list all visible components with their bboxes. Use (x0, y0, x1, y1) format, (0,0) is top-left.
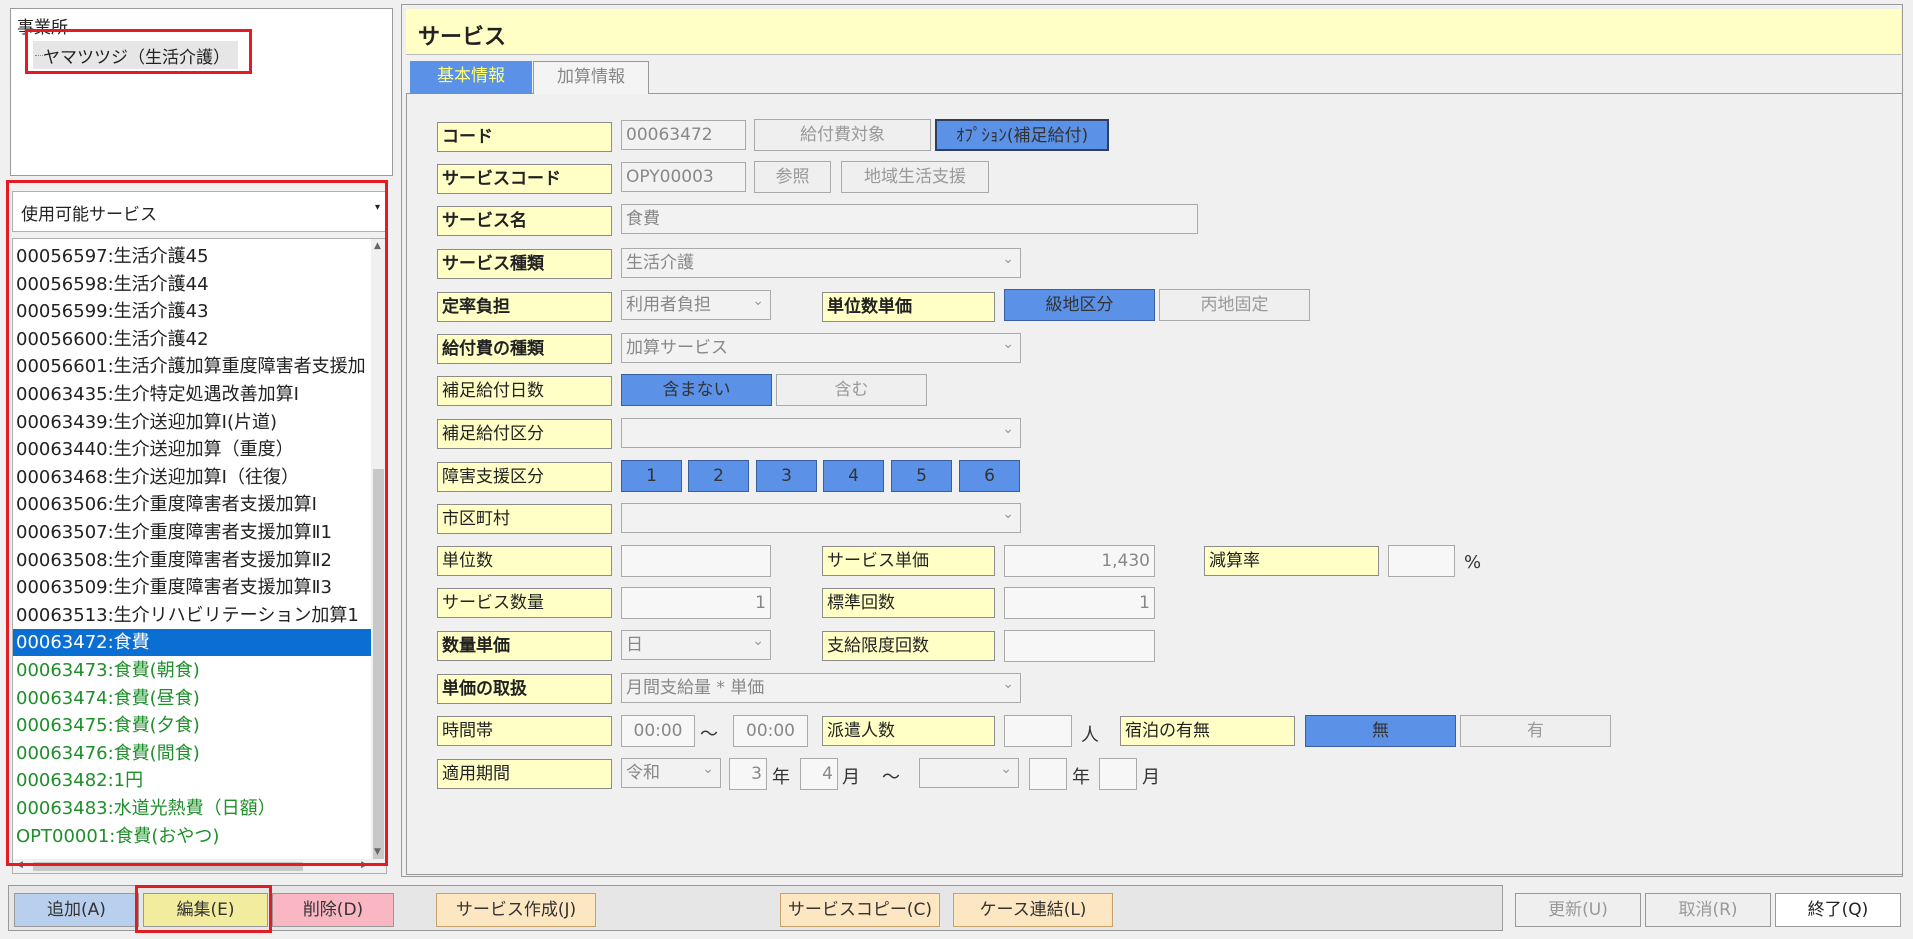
service-name-field[interactable]: 食費 (621, 204, 1198, 234)
time-from-field[interactable]: 00:00 (621, 715, 695, 747)
reduction-rate-field[interactable] (1388, 545, 1455, 577)
qty-unit-price-label: 数量単価 (437, 631, 612, 661)
support-level-1-button[interactable]: 1 (621, 460, 682, 492)
reference-button[interactable]: 参照 (754, 161, 831, 193)
cancel-button[interactable]: 取消(R) (1645, 893, 1771, 927)
delete-button[interactable]: 削除(D) (272, 893, 394, 927)
tab-basic-info[interactable]: 基本情報 (410, 61, 532, 94)
page-title: サービス (418, 25, 507, 50)
end-year-field[interactable] (1029, 758, 1067, 790)
service-unit-price-field[interactable]: 1,430 (1004, 545, 1155, 577)
support-level-5-button[interactable]: 5 (891, 460, 952, 492)
qty-unit-price-select[interactable]: 日 (621, 627, 771, 660)
end-era-select[interactable] (919, 755, 1019, 788)
supp-days-label: 補足給付日数 (437, 376, 612, 406)
end-year-unit: 年 (1072, 767, 1090, 788)
not-include-button[interactable]: 含まない (621, 374, 772, 406)
dispatch-count-label: 派遣人数 (822, 716, 995, 746)
office-highlight-box (25, 29, 252, 74)
service-type-select[interactable]: 生活介護 (621, 245, 1021, 278)
service-type-label: サービス種類 (437, 249, 612, 279)
tab-addition-info[interactable]: 加算情報 (533, 61, 649, 94)
period-tilde: ～ (882, 767, 900, 788)
limit-count-field[interactable] (1004, 630, 1155, 662)
start-year-field[interactable]: 3 (729, 758, 767, 790)
exit-button[interactable]: 終了(Q) (1775, 893, 1901, 927)
case-link-button[interactable]: ケース連結(L) (953, 893, 1113, 927)
support-level-6-button[interactable]: 6 (959, 460, 1020, 492)
code-label: コード (437, 122, 612, 152)
service-code-field[interactable]: OPY00003 (621, 162, 746, 192)
lodging-label: 宿泊の有無 (1120, 716, 1295, 746)
copy-service-button[interactable]: サービスコピー(C) (780, 893, 940, 927)
unit-price-label: 単位数単価 (822, 292, 995, 322)
fixed-burden-select[interactable]: 利用者負担 (621, 287, 771, 320)
service-qty-label: サービス数量 (437, 588, 612, 618)
reduction-rate-label: 減算率 (1204, 546, 1379, 576)
standard-count-field[interactable]: 1 (1004, 587, 1155, 619)
create-service-button[interactable]: サービス作成(J) (436, 893, 596, 927)
community-life-support-button[interactable]: 地域生活支援 (841, 161, 989, 193)
support-level-2-button[interactable]: 2 (688, 460, 749, 492)
time-zone-label: 時間帯 (437, 716, 612, 746)
time-to-field[interactable]: 00:00 (733, 715, 808, 747)
edit-highlight-box (135, 885, 272, 933)
benefit-target-button[interactable]: 給付費対象 (754, 119, 931, 151)
percent-unit: % (1464, 552, 1482, 573)
service-list-highlight-box (6, 180, 388, 866)
option-supplement-button[interactable]: ｵﾌﾟｼｮﾝ(補足給付) (935, 119, 1109, 151)
benefit-kind-select[interactable]: 加算サービス (621, 330, 1021, 363)
year-unit: 年 (772, 767, 790, 788)
person-unit: 人 (1081, 725, 1099, 746)
service-name-label: サービス名 (437, 206, 612, 236)
dispatch-count-field[interactable] (1004, 715, 1072, 747)
end-month-field[interactable] (1099, 758, 1137, 790)
price-handling-label: 単価の取扱 (437, 674, 612, 704)
month-unit: 月 (842, 767, 860, 788)
service-qty-field[interactable]: 1 (621, 587, 771, 619)
grade-area-button[interactable]: 級地区分 (1004, 289, 1155, 321)
applicable-period-label: 適用期間 (437, 759, 612, 789)
limit-count-label: 支給限度回数 (822, 631, 995, 661)
support-level-4-button[interactable]: 4 (823, 460, 884, 492)
add-button[interactable]: 追加(A) (14, 893, 139, 927)
update-button[interactable]: 更新(U) (1515, 893, 1641, 927)
header-bar (406, 9, 1901, 55)
supp-category-select[interactable] (621, 415, 1021, 448)
lodging-yes-button[interactable]: 有 (1460, 715, 1611, 747)
city-select[interactable] (621, 500, 1021, 533)
city-label: 市区町村 (437, 504, 612, 534)
code-field[interactable]: 00063472 (621, 120, 746, 150)
support-level-3-button[interactable]: 3 (756, 460, 817, 492)
include-button[interactable]: 含む (776, 374, 927, 406)
end-month-unit: 月 (1142, 767, 1160, 788)
service-unit-price-label: サービス単価 (822, 546, 995, 576)
lodging-no-button[interactable]: 無 (1305, 715, 1456, 747)
service-code-label: サービスコード (437, 164, 612, 194)
fixed-burden-label: 定率負担 (437, 292, 612, 322)
support-level-label: 障害支援区分 (437, 462, 612, 492)
era-select[interactable]: 令和 (621, 755, 721, 788)
start-month-field[interactable]: 4 (800, 758, 838, 790)
standard-count-label: 標準回数 (822, 588, 995, 618)
fixed-area-button[interactable]: 丙地固定 (1159, 289, 1310, 321)
units-label: 単位数 (437, 546, 612, 576)
price-handling-select[interactable]: 月間支給量 * 単価 (621, 670, 1021, 703)
benefit-kind-label: 給付費の種類 (437, 334, 612, 364)
units-field[interactable] (621, 545, 771, 577)
time-range-tilde: ～ (700, 724, 718, 745)
supp-category-label: 補足給付区分 (437, 419, 612, 449)
